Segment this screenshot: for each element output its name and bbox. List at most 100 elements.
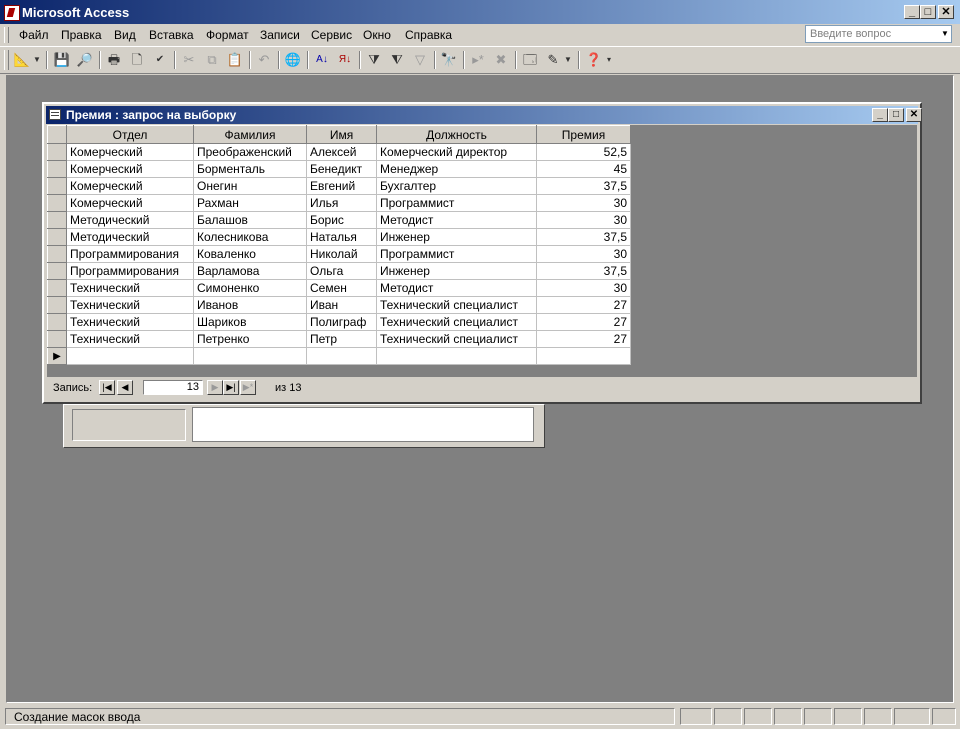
position-cell[interactable]: Технический специалист: [376, 296, 537, 314]
current-record-field[interactable]: 13: [143, 380, 203, 395]
column-header[interactable]: Должность: [376, 125, 537, 144]
surname-cell[interactable]: Колесникова: [193, 228, 307, 246]
current-record-indicator-icon[interactable]: ▶: [47, 347, 67, 365]
column-header[interactable]: Имя: [306, 125, 377, 144]
name-cell[interactable]: Бенедикт: [306, 160, 377, 178]
department-cell[interactable]: Технический: [66, 330, 194, 348]
department-cell[interactable]: Комерческий: [66, 160, 194, 178]
bonus-cell[interactable]: 27: [536, 313, 631, 331]
name-cell[interactable]: Семен: [306, 279, 377, 297]
department-cell[interactable]: Программирования: [66, 245, 194, 263]
save-icon[interactable]: 💾: [52, 50, 72, 70]
menu-format[interactable]: Формат: [206, 28, 249, 42]
minimize-button[interactable]: _: [904, 5, 920, 19]
background-form-window[interactable]: [63, 404, 545, 448]
new-record-cell[interactable]: [66, 347, 194, 365]
department-cell[interactable]: Комерческий: [66, 143, 194, 161]
table-row[interactable]: Технический Симоненко Семен Методист 30: [47, 279, 631, 297]
print-icon[interactable]: 🖶: [104, 50, 124, 70]
position-cell[interactable]: Методист: [376, 279, 537, 297]
bonus-cell[interactable]: 52,5: [536, 143, 631, 161]
query-maximize-button[interactable]: □: [888, 108, 904, 122]
spelling-icon[interactable]: ✔: [150, 50, 170, 70]
design-view-icon[interactable]: 📐: [12, 50, 32, 70]
name-cell[interactable]: Ольга: [306, 262, 377, 280]
position-cell[interactable]: Менеджер: [376, 160, 537, 178]
bonus-cell[interactable]: 30: [536, 211, 631, 229]
table-row[interactable]: Методический Балашов Борис Методист 30: [47, 211, 631, 229]
table-row[interactable]: Программирования Коваленко Николай Программ…: [47, 245, 631, 263]
record-selector[interactable]: [47, 143, 67, 161]
menu-records[interactable]: Записи: [260, 28, 300, 42]
record-selector[interactable]: [47, 313, 67, 331]
record-selector[interactable]: [47, 245, 67, 263]
search-file-icon[interactable]: 🔎: [75, 50, 95, 70]
size-grip[interactable]: [932, 708, 956, 725]
name-cell[interactable]: Полиграф: [306, 313, 377, 331]
app-title-bar[interactable]: Microsoft Access _ □ ✕: [0, 0, 960, 24]
select-all-corner[interactable]: [47, 125, 67, 144]
copy-icon[interactable]: ⧉: [202, 50, 222, 70]
record-selector[interactable]: [47, 296, 67, 314]
position-cell[interactable]: Технический специалист: [376, 313, 537, 331]
undo-icon[interactable]: ↶: [254, 50, 274, 70]
new-record-cell[interactable]: [536, 347, 631, 365]
name-cell[interactable]: Николай: [306, 245, 377, 263]
toolbar-options-icon[interactable]: ▾: [604, 50, 614, 70]
ask-question-box[interactable]: Введите вопрос ▼: [805, 25, 952, 43]
first-record-button[interactable]: |◀: [99, 380, 115, 395]
department-cell[interactable]: Технический: [66, 296, 194, 314]
bonus-cell[interactable]: 37,5: [536, 262, 631, 280]
table-row[interactable]: Комерческий Преображенский Алексей Комерчес…: [47, 143, 631, 161]
record-selector[interactable]: [47, 177, 67, 195]
view-dropdown-icon[interactable]: ▼: [32, 50, 42, 70]
name-cell[interactable]: Евгений: [306, 177, 377, 195]
bonus-cell[interactable]: 30: [536, 279, 631, 297]
name-cell[interactable]: Петр: [306, 330, 377, 348]
table-row[interactable]: Технический Шариков Полиграф Технический сп…: [47, 313, 631, 331]
position-cell[interactable]: Методист: [376, 211, 537, 229]
surname-cell[interactable]: Рахман: [193, 194, 307, 212]
query-minimize-button[interactable]: _: [872, 108, 888, 122]
surname-cell[interactable]: Варламова: [193, 262, 307, 280]
position-cell[interactable]: Инженер: [376, 228, 537, 246]
last-record-button[interactable]: ▶|: [223, 380, 239, 395]
next-record-button[interactable]: ▶: [207, 380, 223, 395]
menu-view[interactable]: Вид: [114, 28, 136, 42]
new-object-icon[interactable]: ✎: [543, 50, 563, 70]
department-cell[interactable]: Комерческий: [66, 194, 194, 212]
maximize-button[interactable]: □: [920, 5, 936, 19]
table-row[interactable]: Комерческий Онегин Евгений Бухгалтер 37,5: [47, 177, 631, 195]
bonus-cell[interactable]: 37,5: [536, 177, 631, 195]
new-record-cell[interactable]: [193, 347, 307, 365]
menu-grip[interactable]: [4, 27, 9, 43]
column-header[interactable]: Фамилия: [193, 125, 307, 144]
position-cell[interactable]: Программист: [376, 245, 537, 263]
department-cell[interactable]: Программирования: [66, 262, 194, 280]
surname-cell[interactable]: Шариков: [193, 313, 307, 331]
new-record-row[interactable]: ▶: [47, 347, 631, 365]
table-row[interactable]: Технический Иванов Иван Технический специал…: [47, 296, 631, 314]
toolbar-grip[interactable]: [4, 50, 9, 70]
record-selector[interactable]: [47, 211, 67, 229]
database-window-icon[interactable]: 🗔: [520, 50, 540, 70]
background-form-field[interactable]: [192, 407, 534, 442]
menu-edit[interactable]: Правка: [61, 28, 102, 42]
menu-file[interactable]: Файл: [19, 28, 49, 42]
department-cell[interactable]: Методический: [66, 228, 194, 246]
bonus-cell[interactable]: 45: [536, 160, 631, 178]
close-button[interactable]: ✕: [938, 5, 954, 19]
record-selector[interactable]: [47, 262, 67, 280]
name-cell[interactable]: Иван: [306, 296, 377, 314]
previous-record-button[interactable]: ◀: [117, 380, 133, 395]
find-icon[interactable]: 🔭: [439, 50, 459, 70]
surname-cell[interactable]: Иванов: [193, 296, 307, 314]
surname-cell[interactable]: Борменталь: [193, 160, 307, 178]
table-row[interactable]: Комерческий Борменталь Бенедикт Менеджер 45: [47, 160, 631, 178]
column-header[interactable]: Отдел: [66, 125, 194, 144]
filter-by-form-icon[interactable]: ⧨: [387, 50, 407, 70]
table-row[interactable]: Технический Петренко Петр Технический специ…: [47, 330, 631, 348]
chevron-down-icon[interactable]: ▼: [939, 26, 951, 42]
surname-cell[interactable]: Балашов: [193, 211, 307, 229]
query-close-button[interactable]: ✕: [906, 108, 922, 122]
